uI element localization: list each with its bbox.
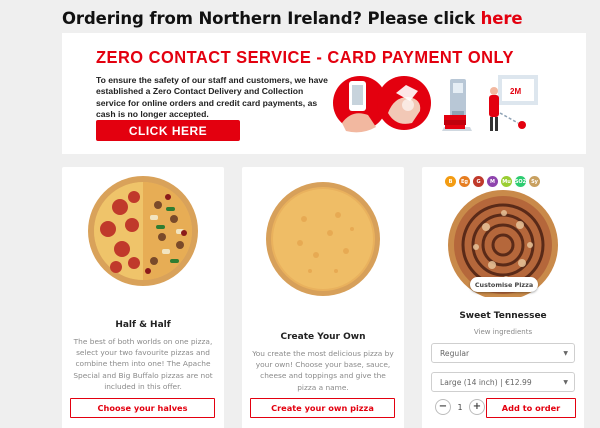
promo-click-here-button[interactable]: CLICK HERE	[96, 120, 240, 141]
quantity-value: 1	[457, 402, 463, 412]
customise-pizza-button[interactable]: Customise Pizza	[470, 277, 538, 292]
promo-distance-marker: 2M	[510, 87, 521, 96]
create-own-pizza-button[interactable]: Create your own pizza	[250, 398, 395, 418]
crust-select[interactable]: Regular ▼	[431, 343, 575, 363]
view-ingredients-link[interactable]: View ingredients	[422, 328, 584, 336]
create-your-own-card: Create Your Own You create the most deli…	[242, 167, 404, 428]
promo-title: ZERO CONTACT SERVICE - CARD PAYMENT ONLY	[96, 47, 514, 67]
size-select[interactable]: Large (14 inch) | €12.99 ▼	[431, 372, 575, 392]
card-description: The best of both worlds on one pizza, se…	[73, 337, 213, 391]
card-title: Half & Half	[115, 320, 171, 330]
contactless-illustration: 2M	[333, 75, 538, 133]
card-title: Sweet Tennessee	[459, 311, 547, 321]
size-select-value: Large (14 inch) | €12.99	[440, 377, 532, 387]
add-to-order-button[interactable]: Add to order	[486, 398, 576, 418]
card-title: Create Your Own	[280, 332, 366, 342]
ni-banner-text: Ordering from Northern Ireland? Please c…	[62, 9, 481, 28]
half-and-half-card: Half & Half The best of both worlds on o…	[62, 167, 224, 428]
choose-halves-button[interactable]: Choose your halves	[70, 398, 215, 418]
zero-contact-banner: ZERO CONTACT SERVICE - CARD PAYMENT ONLY…	[62, 33, 586, 154]
card-description: You create the most delicious pizza by y…	[252, 349, 394, 392]
sweet-tennessee-card: B Eg G M Mu SO2 Sy Customise Pizza Sweet…	[422, 167, 584, 428]
decrease-quantity-button[interactable]: −	[435, 399, 451, 415]
chevron-down-icon: ▼	[563, 350, 568, 357]
quantity-stepper: − 1 +	[435, 399, 485, 415]
promo-text: To ensure the safety of our staff and cu…	[96, 75, 328, 119]
cheese-pizza-image	[266, 182, 380, 296]
crust-select-value: Regular	[440, 348, 470, 358]
half-and-half-pizza-image	[88, 176, 198, 286]
increase-quantity-button[interactable]: +	[469, 399, 485, 415]
ni-here-link[interactable]: here	[481, 9, 523, 28]
chevron-down-icon: ▼	[563, 379, 568, 386]
northern-ireland-banner: Ordering from Northern Ireland? Please c…	[62, 9, 523, 28]
